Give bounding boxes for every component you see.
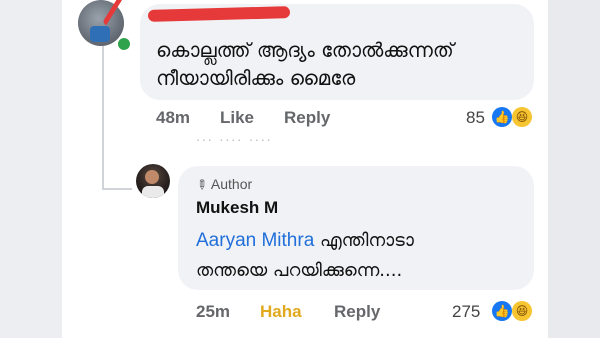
reply-text-line-1: Aaryan Mithra എന്തിനാടാ — [196, 230, 414, 252]
haha-reaction-button[interactable]: Haha — [260, 302, 302, 322]
reaction-count[interactable]: 85 — [466, 108, 485, 128]
reply-button[interactable]: Reply — [284, 108, 330, 128]
like-button[interactable]: Like — [220, 108, 254, 128]
thread-line — [102, 44, 104, 190]
like-icon: 👍 — [492, 301, 512, 321]
haha-icon: 😆 — [512, 107, 532, 127]
mention-link[interactable]: Aaryan Mithra — [196, 230, 314, 251]
reply-button[interactable]: Reply — [334, 302, 380, 322]
reply-text-rest: എന്തിനാടാ — [314, 230, 414, 251]
left-edge — [0, 0, 62, 338]
reply-reaction-count[interactable]: 275 — [452, 302, 480, 322]
ghost-text: ... .... .... — [196, 128, 273, 144]
reply-author-name[interactable]: Mukesh M — [196, 198, 278, 218]
haha-icon: 😆 — [512, 301, 532, 321]
right-edge — [548, 0, 600, 338]
reply-text-line-2: തന്തയെ പറയിക്കുന്നെ.... — [196, 260, 403, 281]
comment-text-line-1: കൊല്ലത്ത് ആദ്യം തോൽക്കുന്നത് — [156, 38, 454, 62]
reply-timestamp[interactable]: 25m — [196, 302, 230, 322]
comment-timestamp[interactable]: 48m — [156, 108, 190, 128]
author-badge-label: Author — [210, 176, 253, 192]
author-badge: ✎Author — [193, 175, 253, 193]
online-status-dot — [116, 36, 132, 52]
thread-line-branch — [102, 188, 132, 190]
comment-text-line-2: നീയായിരിക്കും മൈരേ — [156, 66, 356, 90]
author-avatar[interactable] — [136, 164, 170, 198]
like-icon: 👍 — [492, 107, 512, 127]
